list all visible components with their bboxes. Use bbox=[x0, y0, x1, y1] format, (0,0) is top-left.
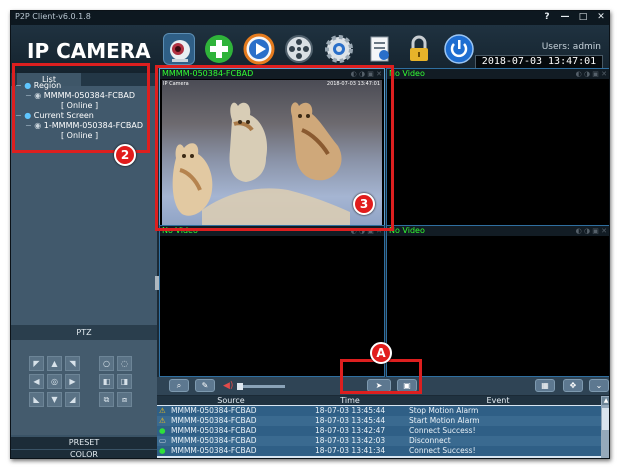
warning-icon: ⚠ bbox=[159, 406, 166, 415]
green-dot-icon: ● bbox=[159, 446, 166, 455]
event-log: Source Time Event ⚠ MMMM-050384-FCBAD 18… bbox=[157, 396, 609, 458]
add-icon[interactable] bbox=[203, 33, 235, 65]
log-scrollbar[interactable]: ▲ bbox=[601, 396, 609, 458]
video-panel-4[interactable]: No Video ◐ ◑ ▣ ✕ bbox=[386, 225, 609, 377]
focus-far-icon[interactable]: ◨ bbox=[117, 374, 132, 389]
log-row[interactable]: ● MMMM-050384-FCBAD 18-07-03 13:42:47 Co… bbox=[157, 426, 601, 436]
title-bar: P2P Client-v6.0.1.8 ? — □ ✕ bbox=[11, 11, 609, 25]
iris-close-icon[interactable]: ⧈ bbox=[117, 392, 132, 407]
log-event: Connect Success! bbox=[409, 426, 476, 435]
color-header[interactable]: COLOR bbox=[11, 450, 157, 458]
video-title: No Video bbox=[389, 226, 425, 235]
window-title: P2P Client-v6.0.1.8 bbox=[15, 12, 91, 21]
video-controls-icon[interactable]: ◐ ◑ ▣ ✕ bbox=[557, 227, 607, 235]
fullscreen-icon[interactable]: ✥ bbox=[563, 379, 583, 392]
highlight-box-tree bbox=[12, 63, 150, 153]
log-time: 18-07-03 13:45:44 bbox=[315, 406, 386, 415]
clock-display: 2018-07-03 13:47:01 bbox=[475, 55, 603, 69]
log-time: 18-07-03 13:45:44 bbox=[315, 416, 386, 425]
volume-slider-handle[interactable] bbox=[237, 383, 243, 390]
camera-icon[interactable] bbox=[163, 33, 195, 65]
maximize-button[interactable]: □ bbox=[575, 12, 591, 23]
power-icon[interactable] bbox=[443, 33, 475, 65]
ptz-header[interactable]: PTZ bbox=[11, 325, 157, 340]
volume-slider[interactable] bbox=[237, 383, 285, 390]
close-button[interactable]: ✕ bbox=[593, 12, 609, 23]
log-event: Connect Success! bbox=[409, 446, 476, 455]
speaker-icon[interactable]: ◀) bbox=[223, 381, 233, 391]
ptz-left-icon[interactable]: ◀ bbox=[29, 374, 44, 389]
log-source: MMMM-050384-FCBAD bbox=[171, 436, 257, 445]
video-panel-header: No Video ◐ ◑ ▣ ✕ bbox=[387, 226, 609, 236]
scroll-up-icon[interactable]: ▲ bbox=[602, 397, 609, 405]
log-row[interactable]: ● MMMM-050384-FCBAD 18-07-03 13:41:34 Co… bbox=[157, 446, 601, 456]
ptz-controls: ◤ ▲ ◥ ◀ ◎ ▶ ◣ ▼ ◢ ○ ◌ ◧ ◨ ⧉ ⧈ bbox=[11, 340, 157, 435]
minimize-button[interactable]: — bbox=[557, 12, 573, 23]
preset-header[interactable]: PRESET bbox=[11, 437, 157, 449]
log-col-time[interactable]: Time bbox=[305, 396, 395, 405]
help-button[interactable]: ? bbox=[539, 12, 555, 23]
video-panel-3[interactable]: No Video ◐ ◑ ▣ ✕ bbox=[159, 225, 385, 377]
split-screen-icon[interactable]: ▦ bbox=[535, 379, 555, 392]
log-event: Disconnect bbox=[409, 436, 451, 445]
log-source: MMMM-050384-FCBAD bbox=[171, 446, 257, 455]
ptz-down-icon[interactable]: ▼ bbox=[47, 392, 62, 407]
app-logo: IP CAMERA bbox=[27, 39, 151, 63]
log-source: MMMM-050384-FCBAD bbox=[171, 406, 257, 415]
video-title: No Video bbox=[389, 69, 425, 78]
scroll-thumb[interactable] bbox=[602, 408, 609, 430]
log-source: MMMM-050384-FCBAD bbox=[171, 426, 257, 435]
zoom-out-icon[interactable]: ○ bbox=[99, 356, 114, 371]
log-event: Stop Motion Alarm bbox=[409, 406, 479, 415]
log-event: Start Motion Alarm bbox=[409, 416, 480, 425]
log-source: MMMM-050384-FCBAD bbox=[171, 416, 257, 425]
microphone-icon[interactable]: ✎ bbox=[195, 379, 215, 392]
warning-icon: ⚠ bbox=[159, 416, 166, 425]
log-row[interactable]: ⚠ MMMM-050384-FCBAD 18-07-03 13:45:44 St… bbox=[157, 406, 601, 416]
ptz-up-right-icon[interactable]: ◥ bbox=[65, 356, 80, 371]
ptz-up-icon[interactable]: ▲ bbox=[47, 356, 62, 371]
log-row[interactable]: ⚠ MMMM-050384-FCBAD 18-07-03 13:45:44 St… bbox=[157, 416, 601, 426]
lock-icon[interactable] bbox=[403, 33, 435, 65]
current-user: Users: admin bbox=[541, 42, 601, 52]
log-col-event[interactable]: Event bbox=[395, 396, 601, 405]
ptz-up-left-icon[interactable]: ◤ bbox=[29, 356, 44, 371]
ptz-center-icon[interactable]: ◎ bbox=[47, 374, 62, 389]
ptz-down-right-icon[interactable]: ◢ bbox=[65, 392, 80, 407]
iris-open-icon[interactable]: ⧉ bbox=[99, 392, 114, 407]
log-time: 18-07-03 13:42:03 bbox=[315, 436, 386, 445]
callout-badge-a: A bbox=[370, 342, 392, 364]
video-panel-2[interactable]: No Video ◐ ◑ ▣ ✕ bbox=[386, 68, 609, 228]
ptz-down-left-icon[interactable]: ◣ bbox=[29, 392, 44, 407]
callout-badge-2: 2 bbox=[114, 144, 136, 166]
zoom-in-icon[interactable]: ◌ bbox=[117, 356, 132, 371]
search-icon[interactable]: ⌕ bbox=[169, 379, 189, 392]
pane-collapse-handle[interactable] bbox=[155, 276, 159, 290]
monitor-icon: ▭ bbox=[159, 436, 167, 445]
film-reel-icon[interactable] bbox=[283, 33, 315, 65]
highlight-box-controls bbox=[340, 359, 422, 394]
video-panel-header: No Video ◐ ◑ ▣ ✕ bbox=[387, 69, 609, 79]
callout-badge-3: 3 bbox=[353, 193, 375, 215]
ptz-right-icon[interactable]: ▶ bbox=[65, 374, 80, 389]
focus-near-icon[interactable]: ◧ bbox=[99, 374, 114, 389]
settings-gear-icon[interactable] bbox=[323, 33, 355, 65]
log-header: Source Time Event bbox=[157, 396, 601, 405]
expand-down-icon[interactable]: ⌄ bbox=[589, 379, 609, 392]
green-dot-icon: ● bbox=[159, 426, 166, 435]
log-time: 18-07-03 13:42:47 bbox=[315, 426, 386, 435]
log-col-source[interactable]: Source bbox=[157, 396, 305, 405]
document-icon[interactable] bbox=[363, 33, 395, 65]
log-time: 18-07-03 13:41:34 bbox=[315, 446, 386, 455]
video-controls-icon[interactable]: ◐ ◑ ▣ ✕ bbox=[557, 70, 607, 78]
play-icon[interactable] bbox=[243, 33, 275, 65]
log-row[interactable]: ▭ MMMM-050384-FCBAD 18-07-03 13:42:03 Di… bbox=[157, 436, 601, 446]
